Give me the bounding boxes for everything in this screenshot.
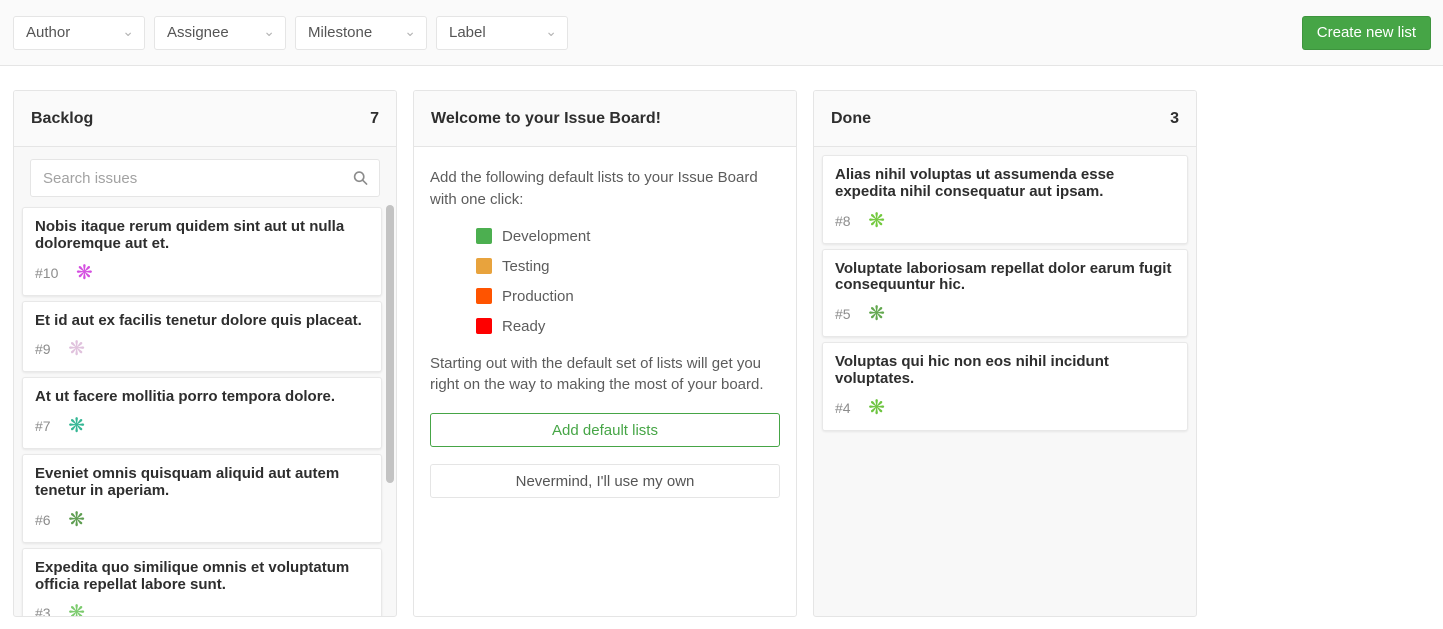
assignee-avatar[interactable]: ❋ bbox=[66, 338, 88, 360]
issue-number: #7 bbox=[35, 418, 51, 434]
issue-card[interactable]: Nobis itaque rerum quidem sint aut ut nu… bbox=[22, 207, 382, 296]
board-column-done: Done 3 Alias nihil voluptas ut assumenda… bbox=[813, 90, 1197, 617]
welcome-outro-text: Starting out with the default set of lis… bbox=[430, 353, 780, 397]
label-filter-label: Label bbox=[449, 24, 486, 41]
issue-meta: #6 ❋ bbox=[35, 509, 369, 531]
issue-title: At ut facere mollitia porro tempora dolo… bbox=[35, 389, 369, 406]
nevermind-button[interactable]: Nevermind, I'll use my own bbox=[430, 464, 780, 498]
author-filter-label: Author bbox=[26, 24, 70, 41]
board-column-backlog: Backlog 7 Nobis itaque rerum quidem sint… bbox=[13, 90, 397, 617]
welcome-intro-text: Add the following default lists to your … bbox=[430, 167, 780, 211]
backlog-card-list: Nobis itaque rerum quidem sint aut ut nu… bbox=[14, 199, 396, 616]
issue-card[interactable]: Et id aut ex facilis tenetur dolore quis… bbox=[22, 301, 382, 373]
board-column-welcome: Welcome to your Issue Board! Add the fol… bbox=[413, 90, 797, 617]
issue-number: #6 bbox=[35, 512, 51, 528]
label-color-swatch bbox=[476, 228, 492, 244]
issue-meta: #3 ❋ bbox=[35, 602, 369, 616]
column-title: Done bbox=[831, 110, 871, 128]
default-list-label: Testing bbox=[502, 258, 550, 275]
label-color-swatch bbox=[476, 288, 492, 304]
issue-title: Alias nihil voluptas ut assumenda esse e… bbox=[835, 167, 1175, 201]
default-list-item: Development bbox=[476, 228, 780, 245]
milestone-filter-dropdown[interactable]: Milestone ⌄ bbox=[295, 16, 427, 50]
column-title: Welcome to your Issue Board! bbox=[431, 110, 661, 128]
assignee-filter-dropdown[interactable]: Assignee ⌄ bbox=[154, 16, 286, 50]
issue-card[interactable]: Alias nihil voluptas ut assumenda esse e… bbox=[822, 155, 1188, 244]
search-issues-container bbox=[30, 159, 380, 197]
issue-meta: #8 ❋ bbox=[835, 210, 1175, 232]
default-list-item: Production bbox=[476, 288, 780, 305]
label-color-swatch bbox=[476, 318, 492, 334]
author-filter-dropdown[interactable]: Author ⌄ bbox=[13, 16, 145, 50]
chevron-down-icon: ⌄ bbox=[545, 24, 557, 38]
issue-number: #9 bbox=[35, 341, 51, 357]
assignee-avatar[interactable]: ❋ bbox=[73, 262, 95, 284]
issue-card[interactable]: Eveniet omnis quisquam aliquid aut autem… bbox=[22, 454, 382, 543]
assignee-avatar[interactable]: ❋ bbox=[66, 602, 88, 616]
issue-count-badge: 3 bbox=[1170, 110, 1179, 128]
search-issues-input[interactable] bbox=[30, 159, 380, 197]
assignee-filter-label: Assignee bbox=[167, 24, 229, 41]
issue-title: Voluptate laboriosam repellat dolor earu… bbox=[835, 261, 1175, 295]
issue-number: #10 bbox=[35, 265, 58, 281]
issue-meta: #4 ❋ bbox=[835, 397, 1175, 419]
issue-meta: #7 ❋ bbox=[35, 415, 369, 437]
issue-card[interactable]: Voluptas qui hic non eos nihil incidunt … bbox=[822, 342, 1188, 431]
done-column-header: Done 3 bbox=[814, 91, 1196, 147]
assignee-avatar[interactable]: ❋ bbox=[866, 397, 888, 419]
filter-bar: Author ⌄ Assignee ⌄ Milestone ⌄ Label ⌄ … bbox=[0, 0, 1443, 66]
milestone-filter-label: Milestone bbox=[308, 24, 372, 41]
issue-number: #3 bbox=[35, 605, 51, 616]
issue-card[interactable]: Voluptate laboriosam repellat dolor earu… bbox=[822, 249, 1188, 338]
backlog-column-header: Backlog 7 bbox=[14, 91, 396, 147]
label-filter-dropdown[interactable]: Label ⌄ bbox=[436, 16, 568, 50]
issue-title: Nobis itaque rerum quidem sint aut ut nu… bbox=[35, 219, 369, 253]
issue-card[interactable]: Expedita quo similique omnis et voluptat… bbox=[22, 548, 382, 616]
issue-meta: #9 ❋ bbox=[35, 338, 369, 360]
chevron-down-icon: ⌄ bbox=[263, 24, 275, 38]
assignee-avatar[interactable]: ❋ bbox=[66, 509, 88, 531]
issue-board: Backlog 7 Nobis itaque rerum quidem sint… bbox=[0, 66, 1443, 617]
default-list-item: Ready bbox=[476, 318, 780, 335]
scrollbar-thumb[interactable] bbox=[386, 205, 394, 483]
issue-number: #8 bbox=[835, 213, 851, 229]
default-lists: Development Testing Production Ready bbox=[476, 228, 780, 335]
default-list-item: Testing bbox=[476, 258, 780, 275]
welcome-panel-body: Add the following default lists to your … bbox=[414, 147, 796, 514]
assignee-avatar[interactable]: ❋ bbox=[866, 303, 888, 325]
assignee-avatar[interactable]: ❋ bbox=[66, 415, 88, 437]
chevron-down-icon: ⌄ bbox=[404, 24, 416, 38]
create-new-list-button[interactable]: Create new list bbox=[1302, 16, 1431, 50]
column-title: Backlog bbox=[31, 110, 93, 128]
done-card-list: Alias nihil voluptas ut assumenda esse e… bbox=[814, 147, 1196, 616]
welcome-column-header: Welcome to your Issue Board! bbox=[414, 91, 796, 147]
issue-count-badge: 7 bbox=[370, 110, 379, 128]
default-list-label: Production bbox=[502, 288, 574, 305]
label-color-swatch bbox=[476, 258, 492, 274]
issue-number: #5 bbox=[835, 306, 851, 322]
issue-meta: #5 ❋ bbox=[835, 303, 1175, 325]
issue-title: Et id aut ex facilis tenetur dolore quis… bbox=[35, 313, 369, 330]
add-default-lists-button[interactable]: Add default lists bbox=[430, 413, 780, 447]
assignee-avatar[interactable]: ❋ bbox=[866, 210, 888, 232]
issue-card[interactable]: At ut facere mollitia porro tempora dolo… bbox=[22, 377, 382, 449]
default-list-label: Development bbox=[502, 228, 590, 245]
issue-number: #4 bbox=[835, 400, 851, 416]
chevron-down-icon: ⌄ bbox=[122, 24, 134, 38]
default-list-label: Ready bbox=[502, 318, 545, 335]
issue-title: Expedita quo similique omnis et voluptat… bbox=[35, 560, 369, 594]
issue-meta: #10 ❋ bbox=[35, 262, 369, 284]
issue-title: Eveniet omnis quisquam aliquid aut autem… bbox=[35, 466, 369, 500]
search-icon bbox=[353, 171, 368, 186]
issue-title: Voluptas qui hic non eos nihil incidunt … bbox=[835, 354, 1175, 388]
